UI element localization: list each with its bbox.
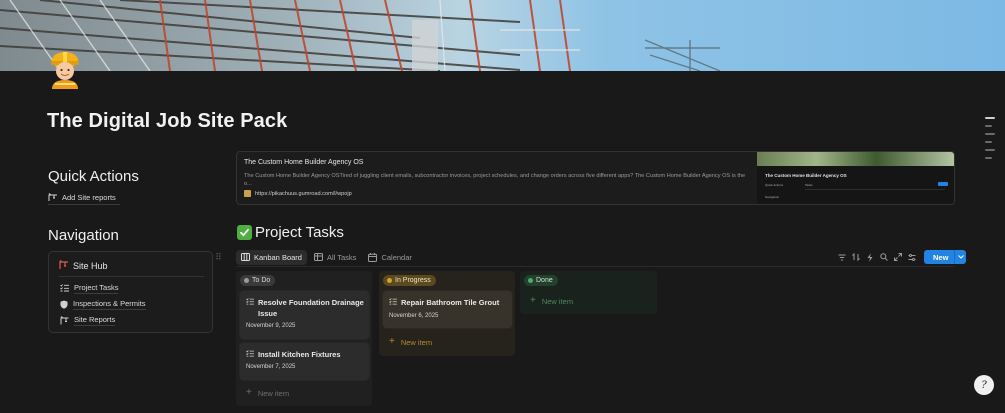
construction-scaffold-illustration (0, 0, 721, 71)
bookmark-card[interactable]: The Custom Home Builder Agency OS The Cu… (236, 151, 955, 205)
thumbnail-new-button (938, 182, 948, 186)
kanban-card[interactable]: Install Kitchen Fixtures November 7, 202… (240, 343, 369, 380)
tab-kanban-board[interactable]: Kanban Board (236, 249, 307, 265)
search-icon[interactable] (879, 251, 888, 264)
kanban-column-to-do: To Do Resolve Foundation Drainage Issue … (236, 271, 372, 406)
plus-icon: + (246, 387, 252, 398)
sort-icon[interactable] (851, 251, 860, 264)
tab-all-tasks[interactable]: All Tasks (309, 250, 361, 265)
card-title: Resolve Foundation Drainage Issue (258, 298, 364, 318)
bookmark-title: The Custom Home Builder Agency OS (244, 159, 364, 166)
board-icon (241, 253, 250, 261)
site-hub-title[interactable]: Site Hub (59, 260, 108, 272)
bookmark-thumbnail: The Custom Home Builder Agency OS Quick … (757, 152, 954, 204)
thumbnail-banner (757, 152, 954, 166)
nav-link-inspections-permits[interactable]: Inspections & Permits (60, 299, 146, 310)
expand-icon[interactable] (893, 251, 902, 264)
kanban-column-in-progress: In Progress Repair Bathroom Tile Grout N… (379, 271, 515, 356)
checklist-icon (60, 284, 69, 292)
status-dot (387, 278, 392, 283)
checklist-icon (389, 298, 397, 305)
new-item-button[interactable]: + New item (530, 296, 573, 306)
add-site-reports-button[interactable]: Add Site reports (48, 191, 120, 205)
tab-calendar[interactable]: Calendar (363, 250, 416, 265)
status-badge[interactable]: To Do (240, 275, 276, 286)
kanban-column-done: Done + New item (520, 271, 657, 314)
new-button[interactable]: New (924, 250, 967, 264)
checklist-icon (246, 350, 254, 357)
bookmark-url: https://pikachuus.gumroad.com/l/wpojp (244, 190, 352, 197)
automation-bolt-icon[interactable] (865, 251, 874, 264)
bookmark-description: The Custom Home Builder Agency OSTired o… (244, 173, 746, 187)
status-dot (244, 278, 249, 283)
card-date: November 9, 2025 (246, 323, 296, 329)
database-toolbar: New (837, 250, 967, 264)
help-button[interactable]: ? (974, 375, 994, 395)
table-of-contents-outline[interactable] (985, 117, 995, 165)
nav-link-project-tasks[interactable]: Project Tasks (60, 283, 119, 294)
new-item-button[interactable]: + New item (389, 337, 432, 347)
crane-icon (48, 193, 58, 202)
quick-actions-heading: Quick Actions (48, 168, 139, 185)
view-tabs: Kanban Board All Tasks Calendar (236, 249, 417, 265)
check-mark-icon (237, 225, 252, 240)
table-icon (313, 253, 323, 261)
drag-handle-icon[interactable]: ⠿ (215, 252, 222, 263)
add-site-reports-label: Add Site reports (62, 193, 116, 202)
database-title[interactable]: Project Tasks (237, 224, 344, 241)
construction-worker-icon[interactable] (46, 49, 86, 91)
chevron-down-icon[interactable] (954, 250, 967, 264)
card-title: Install Kitchen Fixtures (258, 350, 341, 359)
page-title: The Digital Job Site Pack (47, 110, 288, 132)
nav-link-site-reports[interactable]: Site Reports (60, 315, 116, 326)
kanban-card[interactable]: Repair Bathroom Tile Grout November 6, 2… (383, 291, 512, 328)
kanban-card[interactable]: Resolve Foundation Drainage Issue Novemb… (240, 291, 369, 339)
navigation-heading: Navigation (48, 227, 119, 244)
status-badge[interactable]: Done (524, 275, 558, 286)
crane-red-icon (59, 260, 69, 272)
favicon-icon (244, 190, 251, 197)
shield-icon (60, 300, 68, 309)
site-hub-card: Site Hub Project Tasks Inspections & Per… (48, 251, 213, 333)
thumbnail-divider (805, 189, 945, 190)
cover-image (0, 0, 1005, 71)
checklist-icon (246, 298, 254, 305)
divider (59, 276, 204, 277)
plus-icon: + (530, 295, 536, 306)
card-date: November 7, 2025 (246, 364, 296, 370)
settings-sliders-icon[interactable] (907, 251, 916, 264)
filter-icon[interactable] (837, 251, 846, 264)
calendar-icon (368, 252, 378, 262)
card-title: Repair Bathroom Tile Grout (401, 298, 500, 307)
new-item-button[interactable]: + New item (246, 388, 289, 398)
status-dot (528, 278, 533, 283)
status-badge[interactable]: In Progress (383, 275, 436, 286)
plus-icon: + (389, 336, 395, 347)
database-divider (236, 266, 955, 267)
card-date: November 6, 2025 (389, 313, 439, 319)
crane-icon (60, 315, 69, 325)
